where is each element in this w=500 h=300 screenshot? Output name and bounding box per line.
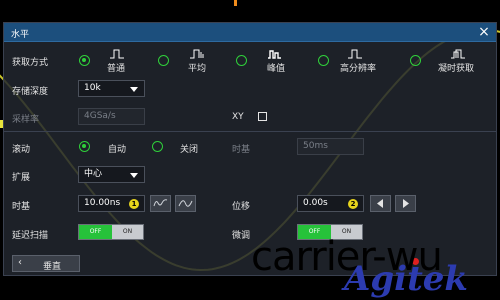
position-label: 位移 (232, 202, 251, 212)
back-label: 垂直 (43, 262, 62, 272)
roll-timebase-label: 时基 (232, 145, 251, 155)
normal-mode-icon (110, 49, 124, 59)
chevron-down-icon (130, 173, 138, 178)
chevron-down-icon (130, 87, 138, 92)
timebase-coarse-wave-button[interactable] (175, 195, 196, 212)
knob-2-icon: 2 (348, 199, 358, 209)
position-input[interactable]: 0.00s 2 (297, 195, 364, 212)
mode-label-persistence: 凝时获取 (438, 64, 475, 74)
persistence-mode-icon (451, 49, 465, 59)
memory-depth-value: 10k (84, 83, 101, 93)
section-divider (4, 131, 496, 132)
memory-depth-select[interactable]: 10k (78, 80, 145, 97)
delayed-scan-off: OFF (79, 225, 112, 239)
watermark-logo: Agitek (344, 259, 468, 299)
radio-roll-off[interactable] (152, 141, 163, 152)
close-button[interactable]: × (476, 24, 492, 40)
delayed-scan-on: ON (122, 228, 133, 235)
roll-timebase-value: 50ms (303, 141, 328, 151)
expand-select[interactable]: 中心 (78, 166, 145, 183)
roll-off-label: 关闭 (180, 145, 199, 155)
roll-label: 滚动 (12, 145, 31, 155)
radio-persistence[interactable] (410, 55, 421, 66)
chevron-left-icon: ‹ (18, 257, 22, 268)
radio-high-resolution[interactable] (318, 55, 329, 66)
timebase-input[interactable]: 10.00ns 1 (78, 195, 145, 212)
radio-normal[interactable] (79, 55, 90, 66)
wave-fine-icon (153, 199, 168, 207)
radio-roll-auto[interactable] (79, 141, 90, 152)
position-right-button[interactable] (395, 195, 416, 212)
mode-label-normal: 普通 (107, 64, 126, 74)
high-resolution-mode-icon (348, 49, 362, 59)
dialog-title: 水平 (11, 30, 30, 40)
radio-average[interactable] (158, 55, 169, 66)
timebase-value: 10.00ns (84, 198, 121, 208)
radio-peak[interactable] (236, 55, 247, 66)
mode-label-average: 平均 (188, 64, 207, 74)
delayed-scan-label: 延迟扫描 (12, 231, 49, 241)
average-mode-icon (190, 49, 204, 59)
timebase-label: 时基 (12, 202, 31, 212)
mode-label-peak: 峰值 (267, 64, 286, 74)
trigger-position-marker (234, 0, 237, 6)
position-left-button[interactable] (370, 195, 391, 212)
delayed-scan-toggle[interactable]: OFF ON (78, 224, 144, 240)
arrow-left-icon (377, 199, 383, 208)
sample-rate-value: 4GSa/s (84, 111, 116, 121)
back-to-vertical-button[interactable]: ‹ 垂直 (12, 255, 80, 272)
xy-checkbox[interactable] (258, 112, 267, 121)
acquisition-label: 获取方式 (12, 58, 49, 68)
peak-mode-icon (268, 50, 281, 59)
xy-label: XY (232, 112, 244, 122)
mode-label-high-resolution: 高分辨率 (340, 64, 377, 74)
memory-depth-label: 存储深度 (12, 87, 49, 97)
position-value: 0.00s (303, 198, 328, 208)
roll-auto-label: 自动 (108, 145, 127, 155)
roll-timebase-field: 50ms (297, 138, 364, 155)
sample-rate-field: 4GSa/s (78, 108, 145, 125)
timebase-fine-wave-button[interactable] (150, 195, 171, 212)
arrow-right-icon (403, 199, 409, 208)
dialog-titlebar: 水平 × (4, 23, 496, 42)
wave-coarse-icon (178, 200, 193, 207)
knob-1-icon: 1 (129, 199, 139, 209)
fine-label: 微调 (232, 231, 251, 241)
sample-rate-label: 采样率 (12, 115, 40, 125)
expand-label: 扩展 (12, 173, 31, 183)
expand-value: 中心 (84, 169, 103, 179)
